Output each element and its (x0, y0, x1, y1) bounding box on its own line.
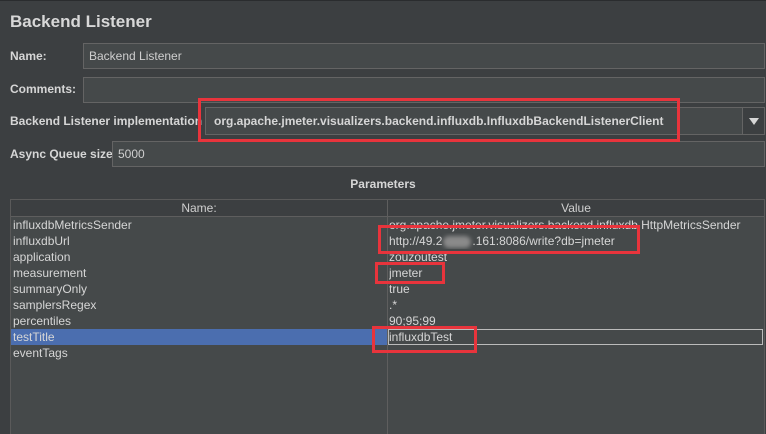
parameters-title: Parameters (350, 177, 416, 191)
column-header-value[interactable]: Value (388, 200, 764, 216)
top-border (0, 0, 766, 1)
comments-label: Comments: (10, 82, 77, 96)
annotation-box-testtitle (372, 326, 477, 353)
annotation-box-implementation (198, 98, 680, 142)
param-name[interactable]: testTitle (13, 329, 383, 345)
param-value[interactable]: true (389, 281, 763, 297)
chevron-down-icon (748, 117, 759, 125)
param-name[interactable]: eventTags (13, 345, 383, 361)
param-name[interactable]: application (13, 249, 383, 265)
name-label: Name: (10, 49, 47, 63)
param-name[interactable]: samplersRegex (13, 297, 383, 313)
param-value[interactable]: .* (389, 297, 763, 313)
column-header-name[interactable]: Name: (11, 200, 388, 216)
annotation-box-url (378, 225, 640, 254)
param-name[interactable]: influxdbMetricsSender (13, 217, 383, 233)
param-value[interactable]: jmeter (389, 265, 763, 281)
queue-size-label: Async Queue size (10, 147, 113, 161)
name-field[interactable]: Backend Listener (83, 43, 765, 69)
panel-title: Backend Listener (10, 12, 152, 31)
implementation-label: Backend Listener implementation (10, 114, 203, 128)
param-name[interactable]: summaryOnly (13, 281, 383, 297)
annotation-box-measurement (375, 262, 445, 284)
param-name[interactable]: influxdbUrl (13, 233, 383, 249)
table-header: Name: Value (11, 200, 764, 217)
param-name[interactable]: measurement (13, 265, 383, 281)
table-row[interactable]: samplersRegex .* (11, 297, 764, 313)
dropdown-arrow-button[interactable] (742, 108, 764, 134)
queue-size-field[interactable]: 5000 (112, 141, 765, 167)
param-name[interactable]: percentiles (13, 313, 383, 329)
